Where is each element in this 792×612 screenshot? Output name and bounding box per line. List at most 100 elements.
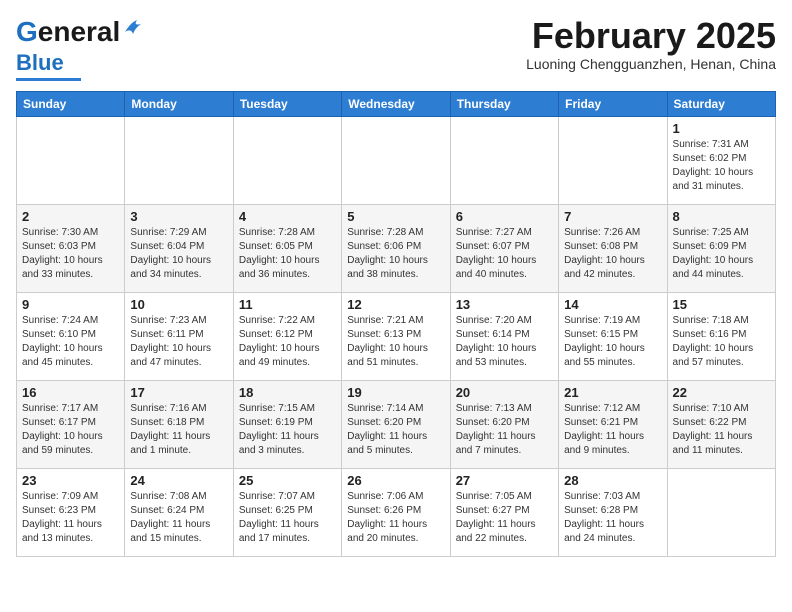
- day-info: Sunrise: 7:27 AM Sunset: 6:07 PM Dayligh…: [456, 226, 553, 282]
- week-row-3: 9 Sunrise: 7:24 AM Sunset: 6:10 PM Daylig…: [17, 293, 776, 381]
- header-cell-friday: Friday: [559, 92, 667, 117]
- day-cell: 1 Sunrise: 7:31 AM Sunset: 6:02 PM Daylig…: [667, 117, 775, 205]
- header-cell-monday: Monday: [125, 92, 233, 117]
- header-cell-thursday: Thursday: [450, 92, 558, 117]
- day-cell: 13 Sunrise: 7:20 AM Sunset: 6:14 PM Dayli…: [450, 293, 558, 381]
- day-number: 2: [22, 209, 119, 224]
- day-number: 24: [130, 473, 227, 488]
- day-info: Sunrise: 7:20 AM Sunset: 6:14 PM Dayligh…: [456, 314, 553, 370]
- day-cell: 25 Sunrise: 7:07 AM Sunset: 6:25 PM Dayli…: [233, 469, 341, 557]
- week-row-5: 23Sunrise: 7:09 AM Sunset: 6:23 PM Dayli…: [17, 469, 776, 557]
- day-cell: 3 Sunrise: 7:29 AM Sunset: 6:04 PM Daylig…: [125, 205, 233, 293]
- day-info: Sunrise: 7:08 AM Sunset: 6:24 PM Dayligh…: [130, 490, 227, 546]
- day-cell: 23Sunrise: 7:09 AM Sunset: 6:23 PM Dayli…: [17, 469, 125, 557]
- day-number: 26: [347, 473, 444, 488]
- day-info: Sunrise: 7:07 AM Sunset: 6:25 PM Dayligh…: [239, 490, 336, 546]
- day-number: 5: [347, 209, 444, 224]
- day-cell: 11Sunrise: 7:22 AM Sunset: 6:12 PM Dayli…: [233, 293, 341, 381]
- day-number: 9: [22, 297, 119, 312]
- day-number: 8: [673, 209, 770, 224]
- day-info: Sunrise: 7:22 AM Sunset: 6:12 PM Dayligh…: [239, 314, 336, 370]
- day-number: 1: [673, 121, 770, 136]
- day-cell: [125, 117, 233, 205]
- day-number: 19: [347, 385, 444, 400]
- day-cell: 17 Sunrise: 7:16 AM Sunset: 6:18 PM Dayli…: [125, 381, 233, 469]
- day-cell: [667, 469, 775, 557]
- day-cell: 18 Sunrise: 7:15 AM Sunset: 6:19 PM Dayli…: [233, 381, 341, 469]
- logo-text: General: [16, 16, 120, 48]
- day-number: 27: [456, 473, 553, 488]
- day-number: 3: [130, 209, 227, 224]
- day-cell: 21 Sunrise: 7:12 AM Sunset: 6:21 PM Dayli…: [559, 381, 667, 469]
- day-cell: [342, 117, 450, 205]
- day-info: Sunrise: 7:23 AM Sunset: 6:11 PM Dayligh…: [130, 314, 227, 370]
- day-number: 20: [456, 385, 553, 400]
- header-cell-wednesday: Wednesday: [342, 92, 450, 117]
- day-cell: 8 Sunrise: 7:25 AM Sunset: 6:09 PM Daylig…: [667, 205, 775, 293]
- day-info: Sunrise: 7:29 AM Sunset: 6:04 PM Dayligh…: [130, 226, 227, 282]
- day-cell: 14 Sunrise: 7:19 AM Sunset: 6:15 PM Dayli…: [559, 293, 667, 381]
- header-cell-sunday: Sunday: [17, 92, 125, 117]
- logo: General Blue: [16, 16, 145, 81]
- month-title: February 2025: [526, 16, 776, 56]
- day-cell: 19 Sunrise: 7:14 AM Sunset: 6:20 PM Dayli…: [342, 381, 450, 469]
- week-row-1: 1 Sunrise: 7:31 AM Sunset: 6:02 PM Daylig…: [17, 117, 776, 205]
- logo-blue-text: Blue: [16, 50, 64, 76]
- day-number: 6: [456, 209, 553, 224]
- day-cell: 20Sunrise: 7:13 AM Sunset: 6:20 PM Dayli…: [450, 381, 558, 469]
- day-info: Sunrise: 7:12 AM Sunset: 6:21 PM Dayligh…: [564, 402, 661, 458]
- day-number: 18: [239, 385, 336, 400]
- day-info: Sunrise: 7:24 AM Sunset: 6:10 PM Dayligh…: [22, 314, 119, 370]
- location: Luoning Chengguanzhen, Henan, China: [526, 56, 776, 72]
- day-cell: [559, 117, 667, 205]
- week-row-2: 2Sunrise: 7:30 AM Sunset: 6:03 PM Daylig…: [17, 205, 776, 293]
- day-cell: 2Sunrise: 7:30 AM Sunset: 6:03 PM Daylig…: [17, 205, 125, 293]
- header-cell-saturday: Saturday: [667, 92, 775, 117]
- day-cell: [17, 117, 125, 205]
- day-number: 7: [564, 209, 661, 224]
- day-number: 28: [564, 473, 661, 488]
- day-info: Sunrise: 7:28 AM Sunset: 6:05 PM Dayligh…: [239, 226, 336, 282]
- day-cell: [233, 117, 341, 205]
- day-cell: [450, 117, 558, 205]
- day-number: 21: [564, 385, 661, 400]
- day-cell: 10Sunrise: 7:23 AM Sunset: 6:11 PM Dayli…: [125, 293, 233, 381]
- day-cell: 28Sunrise: 7:03 AM Sunset: 6:28 PM Dayli…: [559, 469, 667, 557]
- header-row: SundayMondayTuesdayWednesdayThursdayFrid…: [17, 92, 776, 117]
- day-number: 22: [673, 385, 770, 400]
- logo-bottom: Blue: [16, 50, 64, 76]
- day-info: Sunrise: 7:15 AM Sunset: 6:19 PM Dayligh…: [239, 402, 336, 458]
- day-number: 25: [239, 473, 336, 488]
- day-cell: 27 Sunrise: 7:05 AM Sunset: 6:27 PM Dayli…: [450, 469, 558, 557]
- day-info: Sunrise: 7:05 AM Sunset: 6:27 PM Dayligh…: [456, 490, 553, 546]
- day-cell: 26Sunrise: 7:06 AM Sunset: 6:26 PM Dayli…: [342, 469, 450, 557]
- day-info: Sunrise: 7:25 AM Sunset: 6:09 PM Dayligh…: [673, 226, 770, 282]
- day-number: 14: [564, 297, 661, 312]
- day-cell: 4 Sunrise: 7:28 AM Sunset: 6:05 PM Daylig…: [233, 205, 341, 293]
- day-cell: 22Sunrise: 7:10 AM Sunset: 6:22 PM Dayli…: [667, 381, 775, 469]
- day-info: Sunrise: 7:31 AM Sunset: 6:02 PM Dayligh…: [673, 138, 770, 194]
- day-info: Sunrise: 7:16 AM Sunset: 6:18 PM Dayligh…: [130, 402, 227, 458]
- day-number: 17: [130, 385, 227, 400]
- title-block: February 2025 Luoning Chengguanzhen, Hen…: [526, 16, 776, 72]
- day-info: Sunrise: 7:26 AM Sunset: 6:08 PM Dayligh…: [564, 226, 661, 282]
- week-row-4: 16 Sunrise: 7:17 AM Sunset: 6:17 PM Dayli…: [17, 381, 776, 469]
- day-info: Sunrise: 7:17 AM Sunset: 6:17 PM Dayligh…: [22, 402, 119, 458]
- day-number: 13: [456, 297, 553, 312]
- day-cell: 16 Sunrise: 7:17 AM Sunset: 6:17 PM Dayli…: [17, 381, 125, 469]
- day-info: Sunrise: 7:21 AM Sunset: 6:13 PM Dayligh…: [347, 314, 444, 370]
- day-cell: 15 Sunrise: 7:18 AM Sunset: 6:16 PM Dayli…: [667, 293, 775, 381]
- day-info: Sunrise: 7:14 AM Sunset: 6:20 PM Dayligh…: [347, 402, 444, 458]
- header-cell-tuesday: Tuesday: [233, 92, 341, 117]
- day-cell: 5 Sunrise: 7:28 AM Sunset: 6:06 PM Daylig…: [342, 205, 450, 293]
- day-info: Sunrise: 7:19 AM Sunset: 6:15 PM Dayligh…: [564, 314, 661, 370]
- day-number: 15: [673, 297, 770, 312]
- calendar-header: SundayMondayTuesdayWednesdayThursdayFrid…: [17, 92, 776, 117]
- day-cell: 24 Sunrise: 7:08 AM Sunset: 6:24 PM Dayli…: [125, 469, 233, 557]
- day-number: 4: [239, 209, 336, 224]
- day-number: 16: [22, 385, 119, 400]
- day-info: Sunrise: 7:18 AM Sunset: 6:16 PM Dayligh…: [673, 314, 770, 370]
- day-cell: 12Sunrise: 7:21 AM Sunset: 6:13 PM Dayli…: [342, 293, 450, 381]
- day-info: Sunrise: 7:28 AM Sunset: 6:06 PM Dayligh…: [347, 226, 444, 282]
- page-header: General Blue February 2025 Luoning Cheng…: [16, 16, 776, 81]
